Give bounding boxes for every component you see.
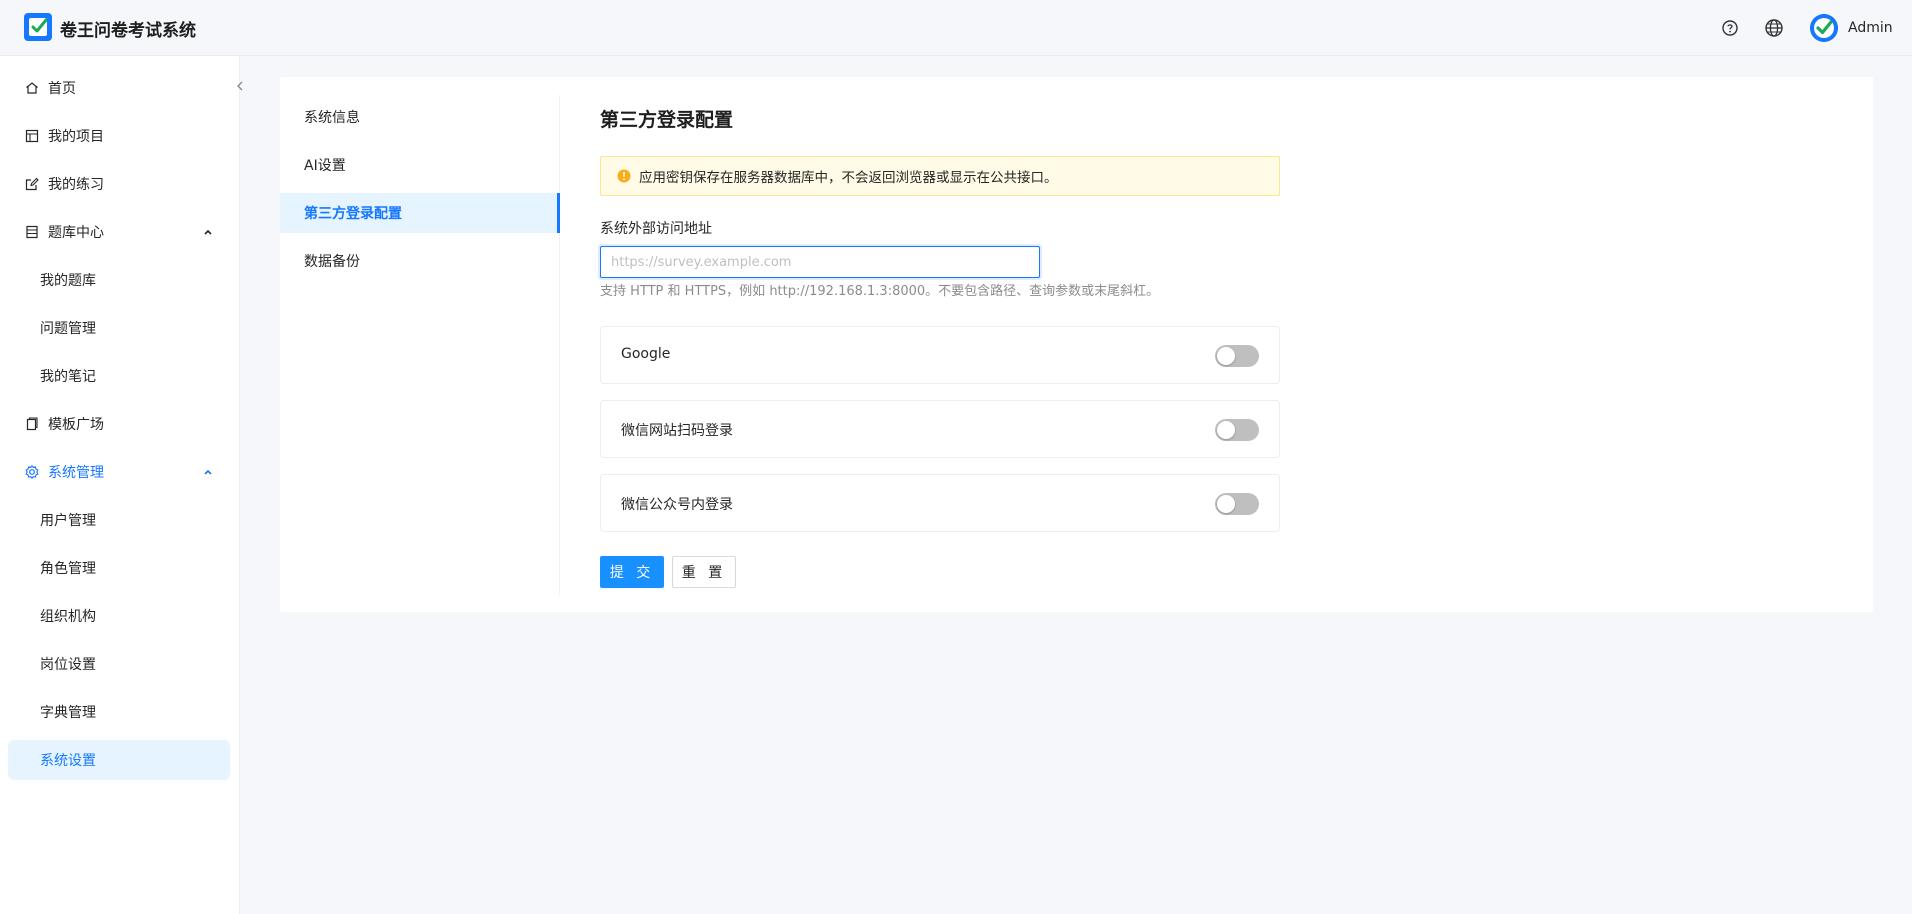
provider-name: 微信公众号内登录	[621, 497, 733, 513]
url-field-help: 支持 HTTP 和 HTTPS，例如 http://192.168.1.3:80…	[600, 284, 1160, 299]
chevron-up-icon	[202, 226, 214, 238]
external-url-input[interactable]	[600, 246, 1040, 278]
reset-button[interactable]: 重 置	[672, 556, 736, 588]
edit-icon	[24, 176, 40, 192]
toggle-knob	[1217, 495, 1235, 513]
sidebar-item-role-mgmt[interactable]: 角色管理	[8, 548, 230, 588]
url-field-label: 系统外部访问地址	[600, 221, 712, 237]
settings-nav: 系统信息 AI设置 第三方登录配置 数据备份	[280, 95, 560, 595]
alert-text: 应用密钥保存在服务器数据库中，不会返回浏览器或显示在公共接口。	[639, 170, 1058, 186]
sidebar-item-positions[interactable]: 岗位设置	[8, 644, 230, 684]
sidebar-item-my-notes[interactable]: 我的笔记	[8, 356, 230, 396]
globe-icon[interactable]	[1763, 17, 1785, 39]
sidebar-item-label: 我的练习	[48, 177, 104, 193]
sidebar-item-label: 我的项目	[48, 129, 104, 145]
top-header: 卷王问卷考试系统 Admin	[0, 0, 1912, 56]
home-icon	[24, 80, 40, 96]
collapse-sidebar-icon[interactable]	[232, 76, 248, 96]
provider-row-wechat-web: 微信网站扫码登录	[600, 400, 1280, 458]
provider-name: 微信网站扫码登录	[621, 423, 733, 439]
sidebar-item-user-mgmt[interactable]: 用户管理	[8, 500, 230, 540]
sidebar-item-my-practice[interactable]: 我的练习	[8, 164, 230, 204]
google-toggle[interactable]	[1215, 345, 1259, 367]
panel-title: 第三方登录配置	[600, 109, 734, 131]
wechat-web-toggle[interactable]	[1215, 419, 1259, 441]
sidebar-item-question-mgmt[interactable]: 问题管理	[8, 308, 230, 348]
sidebar-item-system-mgmt[interactable]: 系统管理	[8, 452, 230, 492]
settings-tab-system-info[interactable]: 系统信息	[280, 97, 560, 137]
sidebar-item-organization[interactable]: 组织机构	[8, 596, 230, 636]
sidebar-item-label: 首页	[48, 81, 76, 97]
warning-alert: 应用密钥保存在服务器数据库中，不会返回浏览器或显示在公共接口。	[600, 156, 1280, 196]
database-icon	[24, 224, 40, 240]
provider-row-google: Google	[600, 326, 1280, 384]
sidebar-item-label: 题库中心	[48, 225, 104, 241]
user-name[interactable]: Admin	[1848, 20, 1893, 36]
settings-tab-third-party-login[interactable]: 第三方登录配置	[280, 193, 560, 233]
chevron-up-icon	[202, 466, 214, 478]
warning-icon	[617, 169, 631, 183]
app-title[interactable]: 卷王问卷考试系统	[60, 16, 196, 41]
sidebar-item-label: 系统管理	[48, 465, 104, 481]
sidebar-item-system-settings[interactable]: 系统设置	[8, 740, 230, 780]
gear-icon	[24, 464, 40, 480]
provider-name: Google	[621, 346, 671, 362]
toggle-knob	[1217, 421, 1235, 439]
user-menu[interactable]: Admin	[1810, 14, 1893, 42]
sidebar-item-label: 模板广场	[48, 417, 104, 433]
help-icon[interactable]	[1719, 17, 1741, 39]
submit-button[interactable]: 提 交	[600, 556, 664, 588]
settings-tab-data-backup[interactable]: 数据备份	[280, 241, 560, 281]
provider-row-wechat-mp: 微信公众号内登录	[600, 474, 1280, 532]
sidebar-item-templates[interactable]: 模板广场	[8, 404, 230, 444]
settings-tab-ai[interactable]: AI设置	[280, 145, 560, 185]
wechat-mp-toggle[interactable]	[1215, 493, 1259, 515]
sidebar: 首页 我的项目 我的练习 题库中心 我的题库 问题管理 我的笔记 模板广场 系统…	[0, 56, 243, 914]
sidebar-item-my-bank[interactable]: 我的题库	[8, 260, 230, 300]
avatar[interactable]	[1810, 14, 1838, 42]
project-icon	[24, 128, 40, 144]
settings-card: 系统信息 AI设置 第三方登录配置 数据备份 第三方登录配置 应用密钥保存在服务…	[280, 77, 1873, 612]
toggle-knob	[1217, 347, 1235, 365]
checkmark-avatar-icon	[1810, 14, 1838, 42]
logo-icon[interactable]	[24, 13, 52, 41]
sidebar-item-my-projects[interactable]: 我的项目	[8, 116, 230, 156]
template-icon	[24, 416, 40, 432]
sidebar-item-home[interactable]: 首页	[8, 68, 230, 108]
sidebar-item-question-bank[interactable]: 题库中心	[8, 212, 230, 252]
sidebar-item-dictionary[interactable]: 字典管理	[8, 692, 230, 732]
